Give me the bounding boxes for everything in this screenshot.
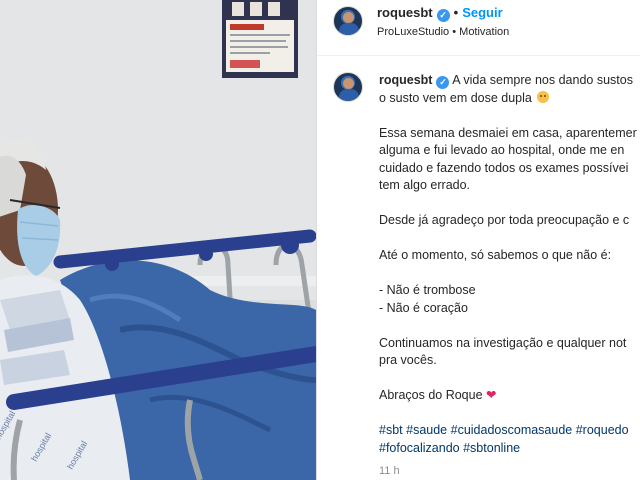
hashtag-line-1: #sbt #saude #cuidadoscomasaude #roquedo — [379, 422, 640, 440]
hashtag-link[interactable]: #fofocalizando — [379, 441, 460, 455]
paragraph-line: tem algo errado. — [379, 178, 471, 192]
post-caption: roquesbt ✓ A vida sempre nos dando sustos… — [317, 56, 640, 480]
header-username-row: roquesbt ✓ • Seguir — [377, 5, 503, 22]
hashtag-line-2: #fofocalizando #sbtonline — [379, 440, 640, 458]
list-item: - Não é coração — [379, 300, 468, 315]
username-link[interactable]: roquesbt — [377, 5, 433, 20]
paragraph-line: cuidado e fazendo todos os exames possív… — [379, 160, 629, 175]
caption-second-line: o susto vem em dose dupla — [379, 90, 640, 108]
hospital-photo-illustration: hospital hospital hospital — [0, 0, 316, 480]
paragraph-line: Continuamos na investigação e qualquer n… — [379, 335, 627, 350]
location-separator: • — [452, 26, 457, 38]
paragraph-line: alguma e fui levado ao hospital, onde me… — [379, 143, 625, 157]
dot-separator: • — [453, 5, 459, 20]
hashtag-link[interactable]: #saude — [406, 423, 447, 437]
heart-emoji-icon: ❤ — [486, 388, 497, 402]
location-category[interactable]: Motivation — [459, 26, 509, 38]
post-panel: roquesbt ✓ • Seguir ProLuxeStudio • Motivat… — [317, 0, 640, 480]
post-photo[interactable]: hospital hospital hospital — [0, 0, 316, 480]
caption-first-line: roquesbt ✓ A vida sempre nos dando sustos — [379, 73, 633, 89]
paragraph-line: Desde já agradeço por toda preocupação e… — [379, 213, 630, 227]
paragraph-line: Até o momento, só sabemos o que não é: — [379, 248, 612, 262]
post-header: roquesbt ✓ • Seguir ProLuxeStudio • Motivat… — [317, 0, 640, 56]
hashtag-link[interactable]: #sbtonline — [463, 441, 520, 455]
verified-badge-icon: ✓ — [436, 9, 450, 22]
follow-button[interactable]: Seguir — [462, 5, 502, 20]
profile-avatar[interactable] — [333, 6, 363, 36]
caption-avatar[interactable] — [333, 72, 363, 102]
signoff-line: Abraços do Roque ❤ — [379, 388, 497, 402]
hashtag-link[interactable]: #roquedo — [576, 423, 629, 437]
hashtag-link[interactable]: #sbt — [379, 423, 403, 437]
location-brand[interactable]: ProLuxeStudio — [377, 26, 449, 38]
paragraph-line: pra vocês. — [379, 353, 437, 367]
verified-badge-icon: ✓ — [436, 76, 450, 89]
caption-username-link[interactable]: roquesbt — [379, 73, 432, 87]
sad-face-emoji-icon — [537, 90, 550, 103]
location-line[interactable]: ProLuxeStudio • Motivation — [377, 26, 509, 38]
caption-text: roquesbt ✓ A vida sempre nos dando sustos… — [379, 72, 640, 480]
paragraph-line: Essa semana desmaiei em casa, aparenteme… — [379, 125, 637, 140]
post-timestamp[interactable]: 11 h — [379, 463, 640, 480]
hashtag-link[interactable]: #cuidadoscomasaude — [451, 423, 573, 437]
list-item: - Não é trombose — [379, 283, 476, 297]
